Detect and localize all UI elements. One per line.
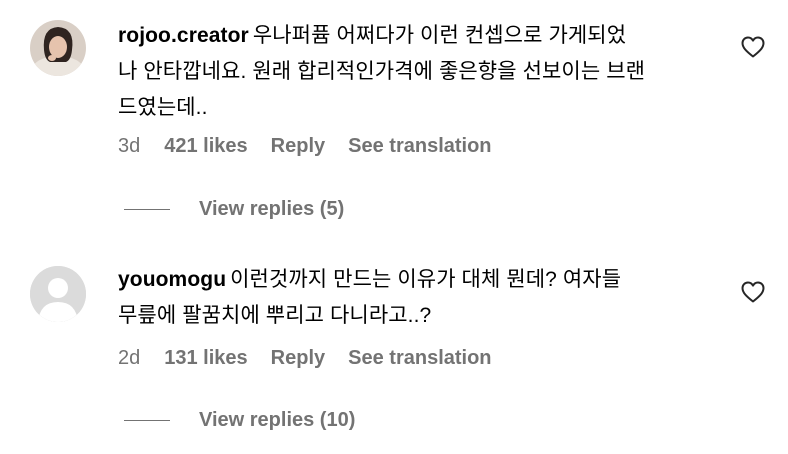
comment-text-line: 우나퍼퓸 어쩌다가 이런 컨셉으로 가게되었 — [252, 24, 627, 47]
comment-body: youomogu 이런것까지 만드는 이유가 대체 뭔데? 여자들 무릎에 팔꿈치… — [118, 262, 708, 334]
avatar[interactable] — [30, 266, 86, 322]
divider-line — [124, 419, 170, 421]
reply-button[interactable]: Reply — [271, 135, 325, 158]
view-replies-label: View replies (5) — [199, 197, 345, 220]
view-replies-button[interactable]: View replies (5) — [124, 194, 344, 224]
comment-text-line: 드였는데.. — [118, 96, 208, 119]
username[interactable]: youomogu — [118, 268, 226, 291]
comment-text-line: 이런것까지 만드는 이유가 대체 뭔데? 여자들 — [230, 268, 622, 291]
likes-count[interactable]: 421 likes — [164, 135, 247, 158]
timestamp: 2d — [118, 346, 141, 369]
view-replies-button[interactable]: View replies (10) — [124, 405, 355, 435]
view-replies-label: View replies (10) — [199, 408, 356, 431]
comment-text-line: 무릎에 팔꿈치에 뿌리고 다니라고..? — [118, 304, 432, 327]
profile-photo — [30, 20, 86, 76]
comment-meta: 3d 421 likes Reply See translation — [118, 131, 515, 161]
see-translation-button[interactable]: See translation — [348, 135, 491, 158]
default-avatar-icon — [30, 266, 86, 322]
username[interactable]: rojoo.creator — [118, 24, 249, 47]
reply-button[interactable]: Reply — [271, 347, 325, 370]
divider-line — [124, 208, 170, 210]
heart-outline-icon[interactable] — [741, 36, 765, 58]
comment-body: rojoo.creator 우나퍼퓸 어쩌다가 이런 컨셉으로 가게되었 나 안타… — [118, 18, 708, 126]
likes-count[interactable]: 131 likes — [164, 347, 247, 370]
timestamp: 3d — [118, 134, 141, 157]
comment-meta: 2d 131 likes Reply See translation — [118, 343, 515, 373]
heart-outline-icon[interactable] — [741, 281, 765, 303]
avatar[interactable] — [30, 20, 86, 76]
comment-text-line: 나 안타깝네요. 원래 합리적인가격에 좋은향을 선보이는 브랜 — [118, 60, 646, 83]
see-translation-button[interactable]: See translation — [348, 347, 491, 370]
